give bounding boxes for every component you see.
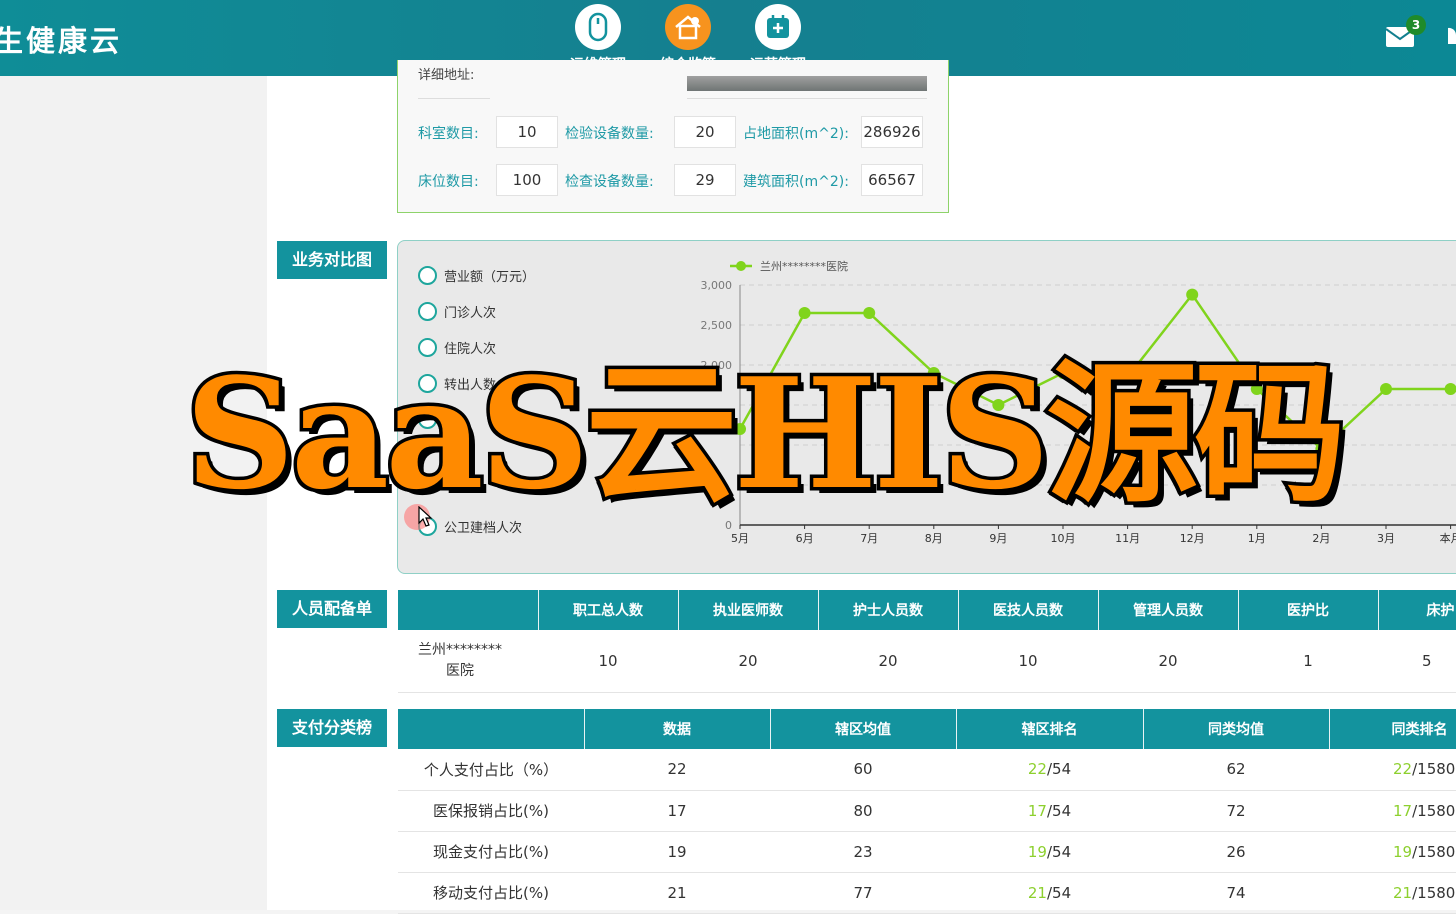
area-rank-cell: 17/54 [956, 790, 1143, 832]
peer-avg-cell: 74 [1143, 872, 1329, 914]
data-point [1186, 288, 1199, 301]
row-name: 医保报销占比(%) [398, 790, 584, 832]
data-point [863, 307, 876, 319]
area-rank-cell: 19/54 [956, 831, 1143, 873]
table-cell: 5 [1378, 630, 1456, 693]
table-row: 现金支付占比(%) 19 23 19/54 26 19/1580 [398, 831, 1456, 873]
column-header: 同类排名 [1329, 709, 1456, 749]
rank-value: 19 [1393, 842, 1413, 861]
rank-value: 21 [1027, 883, 1047, 902]
table-row: 医保报销占比(%) 17 80 17/54 72 17/1580 [398, 790, 1456, 832]
x-tick-label: 11月 [1115, 532, 1140, 545]
column-header [398, 709, 585, 749]
column-header: 床护 [1378, 590, 1456, 630]
table-header-row: 职工总人数 执业医师数 护士人员数 医技人员数 管理人员数 医护比 床护 [398, 590, 1456, 630]
rank-total: /54 [1046, 883, 1072, 902]
data-cell: 22 [584, 749, 770, 791]
table-header-row: 数据 辖区均值 辖区排名 同类均值 同类排名 [398, 709, 1456, 749]
peer-rank-cell: 19/1580 [1329, 831, 1456, 873]
x-tick-label: 5月 [731, 532, 749, 545]
legend-label: 兰州********医院 [760, 259, 848, 273]
data-cell: 21 [584, 872, 770, 914]
x-tick-label: 本月 [1440, 531, 1456, 545]
x-tick-label: 12月 [1180, 532, 1205, 545]
rank-value: 19 [1027, 842, 1047, 861]
column-header: 护士人员数 [818, 590, 959, 630]
peer-avg-cell: 62 [1143, 749, 1329, 791]
column-header: 同类均值 [1143, 709, 1330, 749]
rank-total: /1580 [1412, 801, 1456, 820]
table-cell: 20 [818, 630, 958, 693]
column-header: 辖区均值 [770, 709, 957, 749]
x-tick-label: 10月 [1051, 532, 1076, 545]
x-tick-label: 9月 [989, 532, 1007, 545]
column-header: 辖区排名 [956, 709, 1144, 749]
x-tick-label: 8月 [925, 532, 943, 545]
area-avg-cell: 60 [770, 749, 956, 791]
row-name: 个人支付占比（%） [398, 749, 584, 791]
table-cell: 10 [958, 630, 1098, 693]
peer-avg-cell: 72 [1143, 790, 1329, 832]
area-avg-cell: 23 [770, 831, 956, 873]
y-tick-label: 3,000 [701, 279, 733, 292]
x-tick-label: 6月 [796, 532, 814, 545]
data-point [798, 307, 811, 319]
staff-section-label: 人员配备单 [277, 590, 387, 628]
area-rank-cell: 21/54 [956, 872, 1143, 914]
area-avg-cell: 80 [770, 790, 956, 832]
column-header: 职工总人数 [538, 590, 679, 630]
rank-value: 22 [1027, 760, 1047, 779]
data-point [1380, 383, 1392, 395]
rank-total: /1580 [1412, 842, 1456, 861]
table-row: 兰州********医院 10 20 20 10 20 1 5 [398, 630, 1456, 693]
table-cell: 20 [1098, 630, 1238, 693]
staff-table: 职工总人数 执业医师数 护士人员数 医技人员数 管理人员数 医护比 床护 兰州*… [398, 590, 1456, 693]
table-cell: 20 [678, 630, 818, 693]
peer-avg-cell: 26 [1143, 831, 1329, 873]
rank-total: /54 [1046, 760, 1072, 779]
column-header: 执业医师数 [678, 590, 819, 630]
column-header [398, 590, 539, 630]
row-name: 移动支付占比(%) [398, 872, 584, 914]
column-header: 医护比 [1238, 590, 1379, 630]
column-header: 医技人员数 [958, 590, 1099, 630]
y-tick-label: 2,500 [701, 319, 733, 332]
table-row: 个人支付占比（%） 22 60 22/54 62 22/1580 [398, 749, 1456, 791]
payment-section-label: 支付分类榜 [277, 709, 387, 747]
peer-rank-cell: 22/1580 [1329, 749, 1456, 791]
payment-table: 数据 辖区均值 辖区排名 同类均值 同类排名 个人支付占比（%） 22 60 2… [398, 709, 1456, 914]
data-cell: 17 [584, 790, 770, 832]
table-row: 移动支付占比(%) 21 77 21/54 74 21/1580 [398, 872, 1456, 914]
x-tick-label: 1月 [1248, 532, 1266, 545]
table-cell: 1 [1238, 630, 1378, 693]
peer-rank-cell: 17/1580 [1329, 790, 1456, 832]
rank-total: /54 [1046, 801, 1072, 820]
column-header: 管理人员数 [1098, 590, 1239, 630]
rank-value: 17 [1393, 801, 1413, 820]
area-avg-cell: 77 [770, 872, 956, 914]
table-cell: 10 [538, 630, 678, 693]
hospital-name-cell: 兰州********医院 [398, 630, 538, 693]
rank-value: 21 [1393, 883, 1413, 902]
row-name: 现金支付占比(%) [398, 831, 584, 873]
area-rank-cell: 22/54 [956, 749, 1143, 791]
rank-value: 22 [1393, 760, 1413, 779]
x-tick-label: 7月 [860, 532, 878, 545]
rank-total: /1580 [1412, 760, 1456, 779]
legend-marker [736, 261, 746, 271]
rank-value: 17 [1027, 801, 1047, 820]
data-cell: 19 [584, 831, 770, 873]
rank-total: /1580 [1412, 883, 1456, 902]
x-tick-label: 3月 [1377, 532, 1395, 545]
column-header: 数据 [584, 709, 771, 749]
rank-total: /54 [1046, 842, 1072, 861]
overlay-title: SaaS云HIS源码 [182, 344, 1350, 523]
data-point [1444, 383, 1456, 395]
x-tick-label: 2月 [1312, 532, 1330, 545]
peer-rank-cell: 21/1580 [1329, 872, 1456, 914]
